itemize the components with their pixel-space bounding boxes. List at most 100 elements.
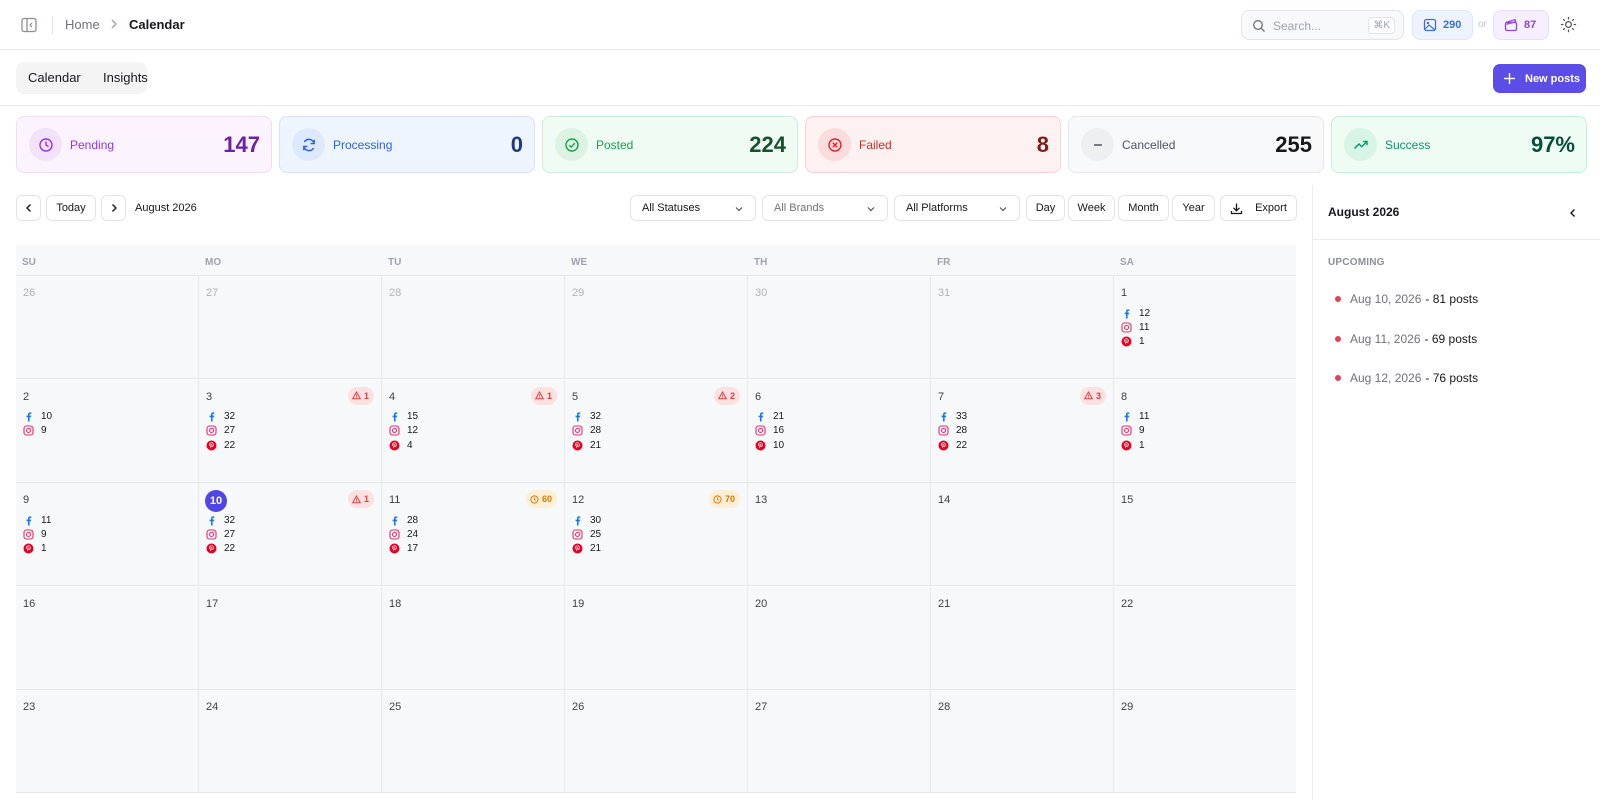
calendar-day-cell[interactable]: 2 10 9 [16, 379, 199, 483]
badge-count: 1 [546, 390, 552, 401]
status-filter-select[interactable]: All Statuses [630, 195, 756, 221]
calendar-day-cell[interactable]: 29 [565, 276, 748, 379]
stat-card-posted[interactable]: Posted 224 [542, 116, 798, 173]
sidebar-toggle-icon[interactable] [20, 16, 38, 34]
stat-card-pending[interactable]: Pending 147 [16, 116, 272, 173]
calendar-day-cell[interactable]: 28 [931, 690, 1114, 794]
calendar-day-cell[interactable]: 5 32 28 21 2 [565, 379, 748, 483]
download-icon [1230, 203, 1243, 214]
facebook-icon [1121, 411, 1132, 422]
calendar-day-cell[interactable]: 11 28 24 17 60 [382, 483, 565, 587]
facebook-post-count: 10 [41, 411, 53, 423]
calendar-day-cell[interactable]: 28 [382, 276, 565, 379]
image-credits-button[interactable]: 290 [1412, 10, 1473, 40]
day-number: 19 [572, 597, 585, 610]
calendar-day-cell[interactable]: 23 [16, 690, 199, 794]
platform-count-row: 9 [23, 425, 47, 437]
day-number: 20 [755, 597, 768, 610]
platform-count-row: 9 [23, 528, 47, 540]
calendar-day-cell[interactable]: 14 [931, 483, 1114, 587]
pinterest-icon [755, 440, 766, 451]
pinterest-post-count: 1 [1139, 336, 1145, 348]
prev-month-button[interactable] [16, 195, 41, 221]
upcoming-item[interactable]: Aug 12, 2026- 76 posts [1335, 371, 1478, 385]
next-month-button[interactable] [101, 195, 126, 221]
calendar-day-cell[interactable]: 8 11 9 1 [1114, 379, 1296, 483]
calendar-day-cell[interactable]: 3 32 27 22 1 [199, 379, 382, 483]
export-button[interactable]: Export [1220, 195, 1297, 221]
platform-count-row: 1 [1121, 336, 1145, 348]
platform-count-row: 15 [389, 411, 418, 423]
calendar-day-cell[interactable]: 7 33 28 22 3 [931, 379, 1114, 483]
calendar-day-cell[interactable]: 26 [565, 690, 748, 794]
stat-card-processing[interactable]: Processing 0 [279, 116, 535, 173]
day-number: 12 [572, 494, 585, 507]
calendar-day-cell[interactable]: 20 [748, 586, 931, 690]
day-number: 7 [938, 390, 945, 403]
facebook-post-count: 12 [1139, 307, 1151, 319]
calendar-day-cell[interactable]: 27 [748, 690, 931, 794]
search-placeholder: Search... [1273, 19, 1322, 33]
current-month-label: August 2026 [135, 202, 197, 214]
failed-posts-badge[interactable]: 1 [530, 386, 557, 405]
stat-card-failed[interactable]: Failed 8 [805, 116, 1061, 173]
upcoming-item[interactable]: Aug 11, 2026- 69 posts [1335, 332, 1477, 346]
status-dot [1335, 296, 1341, 302]
calendar-day-cell[interactable]: 13 [748, 483, 931, 587]
pinterest-icon [1121, 336, 1132, 347]
view-week-button[interactable]: Week [1068, 195, 1115, 221]
platform-filter-select[interactable]: All Platforms [894, 195, 1020, 221]
new-posts-button[interactable]: New posts [1493, 64, 1586, 93]
tab-insights[interactable]: Insights [94, 66, 157, 90]
view-day-button[interactable]: Day [1026, 195, 1065, 221]
calendar-day-cell[interactable]: 12 30 25 21 70 [565, 483, 748, 587]
facebook-post-count: 33 [956, 411, 968, 423]
scheduled-posts-badge[interactable]: 60 [525, 490, 557, 509]
view-month-button[interactable]: Month [1118, 195, 1169, 221]
calendar-day-cell[interactable]: 21 [931, 586, 1114, 690]
calendar-day-cell[interactable]: 29 [1114, 690, 1296, 794]
calendar-day-cell[interactable]: 17 [199, 586, 382, 690]
view-year-button[interactable]: Year [1172, 195, 1215, 221]
calendar-day-cell[interactable]: 24 [199, 690, 382, 794]
upcoming-item[interactable]: Aug 10, 2026- 81 posts [1335, 292, 1478, 306]
instagram-icon [206, 425, 217, 436]
calendar-day-cell[interactable]: 30 [748, 276, 931, 379]
instagram-icon [1121, 322, 1132, 333]
stat-card-cancelled[interactable]: Cancelled 255 [1068, 116, 1324, 173]
video-credits-button[interactable]: 87 [1493, 10, 1549, 40]
calendar-day-cell[interactable]: 27 [199, 276, 382, 379]
calendar-day-cell[interactable]: 4 15 12 4 1 [382, 379, 565, 483]
platform-count-row: 4 [389, 439, 413, 451]
video-credits-count: 87 [1524, 19, 1537, 31]
calendar-day-cell[interactable]: 18 [382, 586, 565, 690]
failed-posts-badge[interactable]: 1 [347, 490, 374, 509]
stat-card-success[interactable]: Success 97% [1331, 116, 1587, 173]
calendar-day-cell[interactable]: 22 [1114, 586, 1296, 690]
scheduled-posts-badge[interactable]: 70 [708, 490, 740, 509]
failed-posts-badge[interactable]: 2 [713, 386, 740, 405]
calendar-day-cell[interactable]: 31 [931, 276, 1114, 379]
failed-posts-badge[interactable]: 1 [347, 386, 374, 405]
brand-filter-select[interactable]: All Brands [762, 195, 888, 221]
search-input[interactable]: Search... ⌘K [1241, 10, 1404, 40]
calendar-day-cell[interactable]: 1 12 11 1 [1114, 276, 1296, 379]
calendar-day-cell[interactable]: 19 [565, 586, 748, 690]
platform-count-row: 25 [572, 528, 601, 540]
calendar-day-cell[interactable]: 26 [16, 276, 199, 379]
calendar-day-cell[interactable]: 16 [16, 586, 199, 690]
calendar-day-cell[interactable]: 25 [382, 690, 565, 794]
calendar-day-cell[interactable]: 9 11 9 1 [16, 483, 199, 587]
day-number: 26 [572, 701, 585, 714]
failed-posts-badge[interactable]: 3 [1079, 386, 1106, 405]
collapse-panel-icon[interactable] [1567, 207, 1579, 219]
calendar-day-cell[interactable]: 6 21 16 10 [748, 379, 931, 483]
badge-count: 60 [541, 494, 552, 505]
today-button[interactable]: Today [46, 195, 96, 221]
export-label: Export [1255, 202, 1287, 214]
tab-calendar[interactable]: Calendar [19, 66, 90, 90]
calendar-day-cell[interactable]: 10 32 27 22 1 [199, 483, 382, 587]
sun-icon[interactable] [1560, 16, 1577, 33]
calendar-day-cell[interactable]: 15 [1114, 483, 1296, 587]
breadcrumb-home[interactable]: Home [65, 17, 100, 32]
